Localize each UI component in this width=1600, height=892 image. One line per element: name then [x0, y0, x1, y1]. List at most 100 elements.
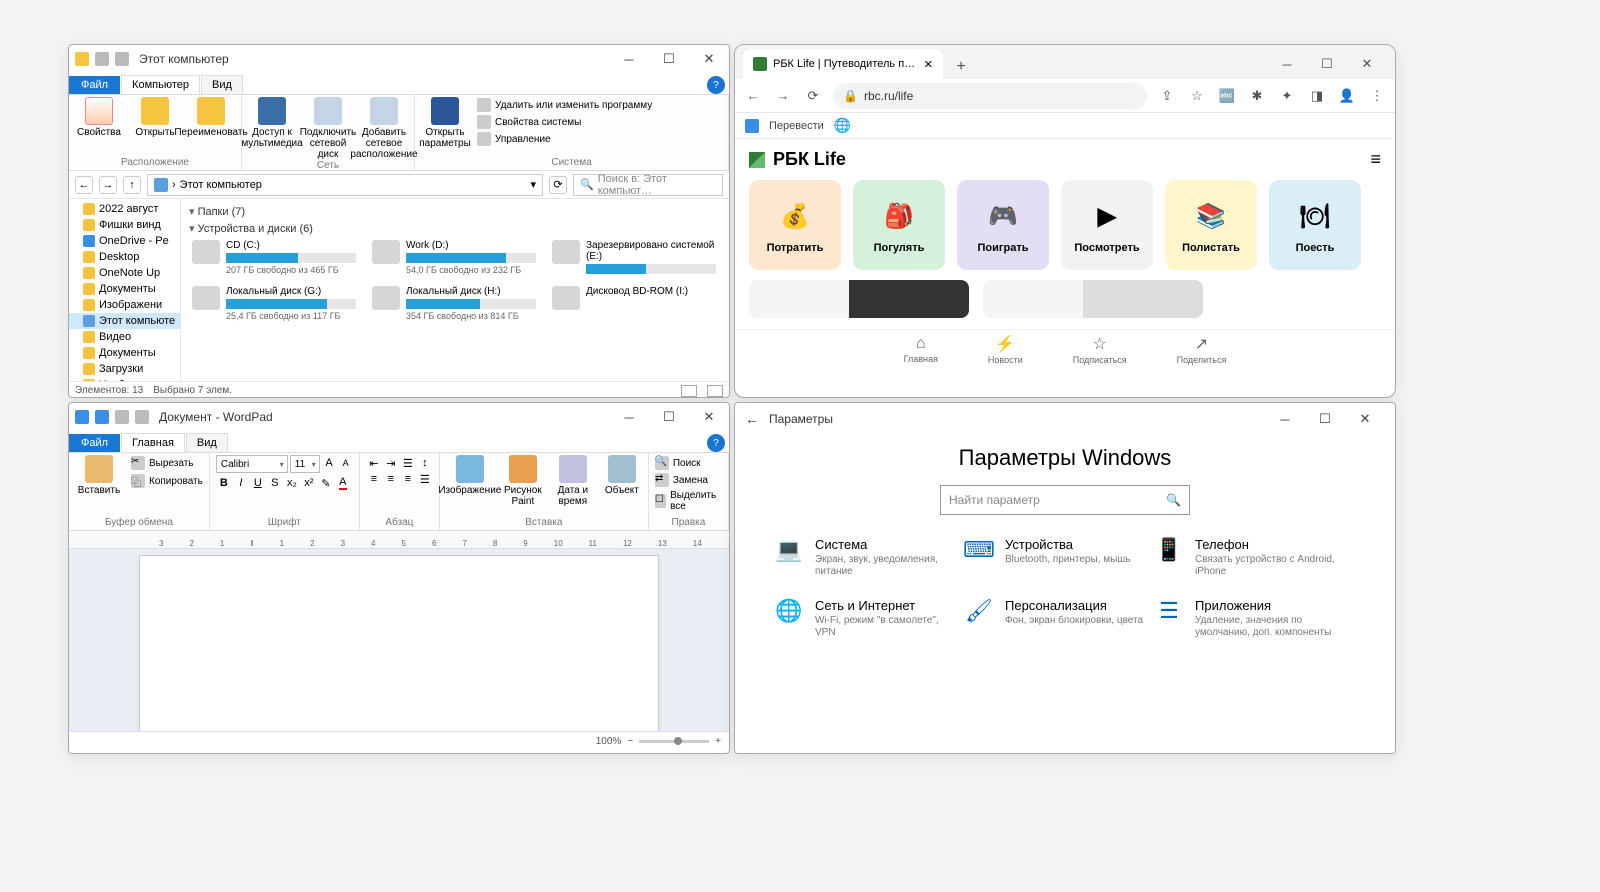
- align-left[interactable]: ≡: [366, 471, 382, 487]
- settings-category[interactable]: 🌐Сеть и ИнтернетWi-Fi, режим "в самолете…: [775, 598, 955, 639]
- settings-category[interactable]: 💻СистемаЭкран, звук, уведомления, питани…: [775, 537, 955, 578]
- increase-indent[interactable]: ⇥: [383, 455, 399, 471]
- ribbon-sysprops[interactable]: Свойства системы: [477, 114, 652, 130]
- tree-item[interactable]: Фишки винд: [69, 217, 180, 233]
- settings-search[interactable]: Найти параметр 🔍: [940, 485, 1190, 515]
- sub-button[interactable]: x₂: [284, 475, 300, 491]
- tree-item[interactable]: Документы: [69, 345, 180, 361]
- view-details[interactable]: [681, 385, 697, 397]
- hamburger-icon[interactable]: ≡: [1370, 149, 1381, 170]
- maximize-button[interactable]: ☐: [649, 45, 689, 73]
- ribbon-open[interactable]: Открыть: [131, 97, 179, 138]
- drive-item[interactable]: Work (D:)54,0 ГБ свободно из 232 ГБ: [369, 237, 539, 279]
- settings-category[interactable]: 🖌ПерсонализацияФон, экран блокировки, цв…: [965, 598, 1145, 639]
- drives-header[interactable]: Устройства и диски (6): [189, 220, 721, 237]
- qat-btn[interactable]: [95, 52, 109, 66]
- help-icon[interactable]: ?: [707, 76, 725, 94]
- maximize-button[interactable]: ☐: [649, 403, 689, 431]
- shrink-font[interactable]: A: [338, 455, 353, 471]
- ribbon-openparams[interactable]: Открыть параметры: [421, 97, 469, 149]
- forward-button[interactable]: →: [773, 86, 793, 106]
- nav-back[interactable]: ←: [75, 176, 93, 194]
- maximize-button[interactable]: ☐: [1307, 49, 1347, 79]
- drive-item[interactable]: CD (C:)207 ГБ свободно из 465 ГБ: [189, 237, 359, 279]
- close-button[interactable]: ✕: [689, 403, 729, 431]
- zoom-out[interactable]: −: [627, 736, 633, 747]
- insert-object[interactable]: Объект: [602, 455, 642, 507]
- translate-icon[interactable]: 🔤: [1217, 86, 1237, 106]
- breadcrumb[interactable]: › Этот компьютер ▾: [147, 174, 543, 196]
- zoom-slider[interactable]: [639, 740, 709, 743]
- drive-item[interactable]: Локальный диск (G:)25,4 ГБ свободно из 1…: [189, 283, 359, 324]
- category-tile[interactable]: 💰Потратить: [749, 180, 841, 270]
- refresh-button[interactable]: ⟳: [549, 176, 567, 194]
- qat-redo[interactable]: [135, 410, 149, 424]
- minimize-button[interactable]: ─: [1267, 49, 1307, 79]
- nav-item[interactable]: ☆Подписаться: [1073, 334, 1127, 365]
- extensions-icon[interactable]: ✱: [1247, 86, 1267, 106]
- font-size-select[interactable]: 11: [290, 455, 320, 473]
- ruler[interactable]: 321‖1234567891011121314151617: [69, 531, 729, 549]
- help-icon[interactable]: ?: [707, 434, 725, 452]
- page[interactable]: [139, 555, 659, 731]
- qat-undo[interactable]: [115, 410, 129, 424]
- ribbon-rename[interactable]: Переименовать: [187, 97, 235, 138]
- translate-bookmark[interactable]: Перевести: [769, 120, 824, 132]
- align-center[interactable]: ≡: [383, 471, 399, 487]
- tree-item[interactable]: Desktop: [69, 249, 180, 265]
- tree-item[interactable]: Этот компьюте: [69, 313, 180, 329]
- tab-file[interactable]: Файл: [69, 76, 120, 94]
- star-icon[interactable]: ☆: [1187, 86, 1207, 106]
- bullets[interactable]: ☰: [400, 455, 416, 471]
- replace-button[interactable]: ⇄Замена: [655, 472, 722, 488]
- settings-category[interactable]: ⌨УстройстваBluetooth, принтеры, мышь: [965, 537, 1145, 578]
- tab-view[interactable]: Вид: [186, 433, 228, 452]
- decrease-indent[interactable]: ⇤: [366, 455, 382, 471]
- back-button[interactable]: ←: [745, 411, 759, 427]
- selectall-button[interactable]: ☐Выделить все: [655, 489, 722, 513]
- nav-item[interactable]: ⚡Новости: [988, 334, 1023, 365]
- highlight-button[interactable]: ✎: [318, 475, 334, 491]
- nav-tree[interactable]: 2022 августФишки виндOneDrive - PeDeskto…: [69, 199, 181, 381]
- paste-button[interactable]: Вставить: [75, 455, 123, 496]
- drive-item[interactable]: Локальный диск (H:)354 ГБ свободно из 81…: [369, 283, 539, 324]
- maximize-button[interactable]: ☐: [1305, 405, 1345, 433]
- tree-item[interactable]: Документы: [69, 281, 180, 297]
- close-button[interactable]: ✕: [1347, 49, 1387, 79]
- new-tab-button[interactable]: +: [949, 55, 973, 79]
- qat-btn[interactable]: [115, 52, 129, 66]
- document-area[interactable]: 321‖1234567891011121314151617: [69, 531, 729, 731]
- puzzle-icon[interactable]: ✦: [1277, 86, 1297, 106]
- tree-item[interactable]: Видео: [69, 329, 180, 345]
- category-tile[interactable]: 🎒Погулять: [853, 180, 945, 270]
- tree-item[interactable]: Загрузки: [69, 361, 180, 377]
- tab-computer[interactable]: Компьютер: [121, 75, 200, 94]
- font-name-select[interactable]: Calibri: [216, 455, 288, 473]
- profile-icon[interactable]: 👤: [1337, 86, 1357, 106]
- url-bar[interactable]: 🔒 rbc.ru/life: [833, 83, 1147, 109]
- browser-tab[interactable]: РБК Life | Путеводитель по своб ✕: [743, 49, 943, 79]
- minimize-button[interactable]: ─: [609, 45, 649, 73]
- category-tile[interactable]: 📚Полистать: [1165, 180, 1257, 270]
- nav-item[interactable]: ↗Поделиться: [1177, 334, 1227, 365]
- strike-button[interactable]: S: [267, 475, 283, 491]
- category-tile[interactable]: 🍽Поесть: [1269, 180, 1361, 270]
- settings-category[interactable]: ☰ПриложенияУдаление, значения по умолчан…: [1155, 598, 1335, 639]
- ribbon-media[interactable]: Доступ к мультимедиа: [248, 97, 296, 160]
- article-card[interactable]: [983, 280, 1203, 318]
- reload-button[interactable]: ⟳: [803, 86, 823, 106]
- bold-button[interactable]: B: [216, 475, 232, 491]
- insert-image[interactable]: Изображение: [446, 455, 494, 507]
- globe-icon[interactable]: 🌐: [834, 117, 851, 134]
- insert-paint[interactable]: Рисунок Paint: [502, 455, 544, 507]
- cut-button[interactable]: ✂Вырезать: [131, 455, 203, 471]
- close-tab[interactable]: ✕: [924, 58, 933, 71]
- folders-header[interactable]: Папки (7): [189, 203, 721, 220]
- find-button[interactable]: 🔍Поиск: [655, 455, 722, 471]
- ribbon-properties[interactable]: Свойства: [75, 97, 123, 138]
- tree-item[interactable]: OneDrive - Pe: [69, 233, 180, 249]
- ribbon-addloc[interactable]: Добавить сетевое расположение: [360, 97, 408, 160]
- tree-item[interactable]: Изображени: [69, 297, 180, 313]
- align-right[interactable]: ≡: [400, 471, 416, 487]
- insert-datetime[interactable]: Дата и время: [552, 455, 594, 507]
